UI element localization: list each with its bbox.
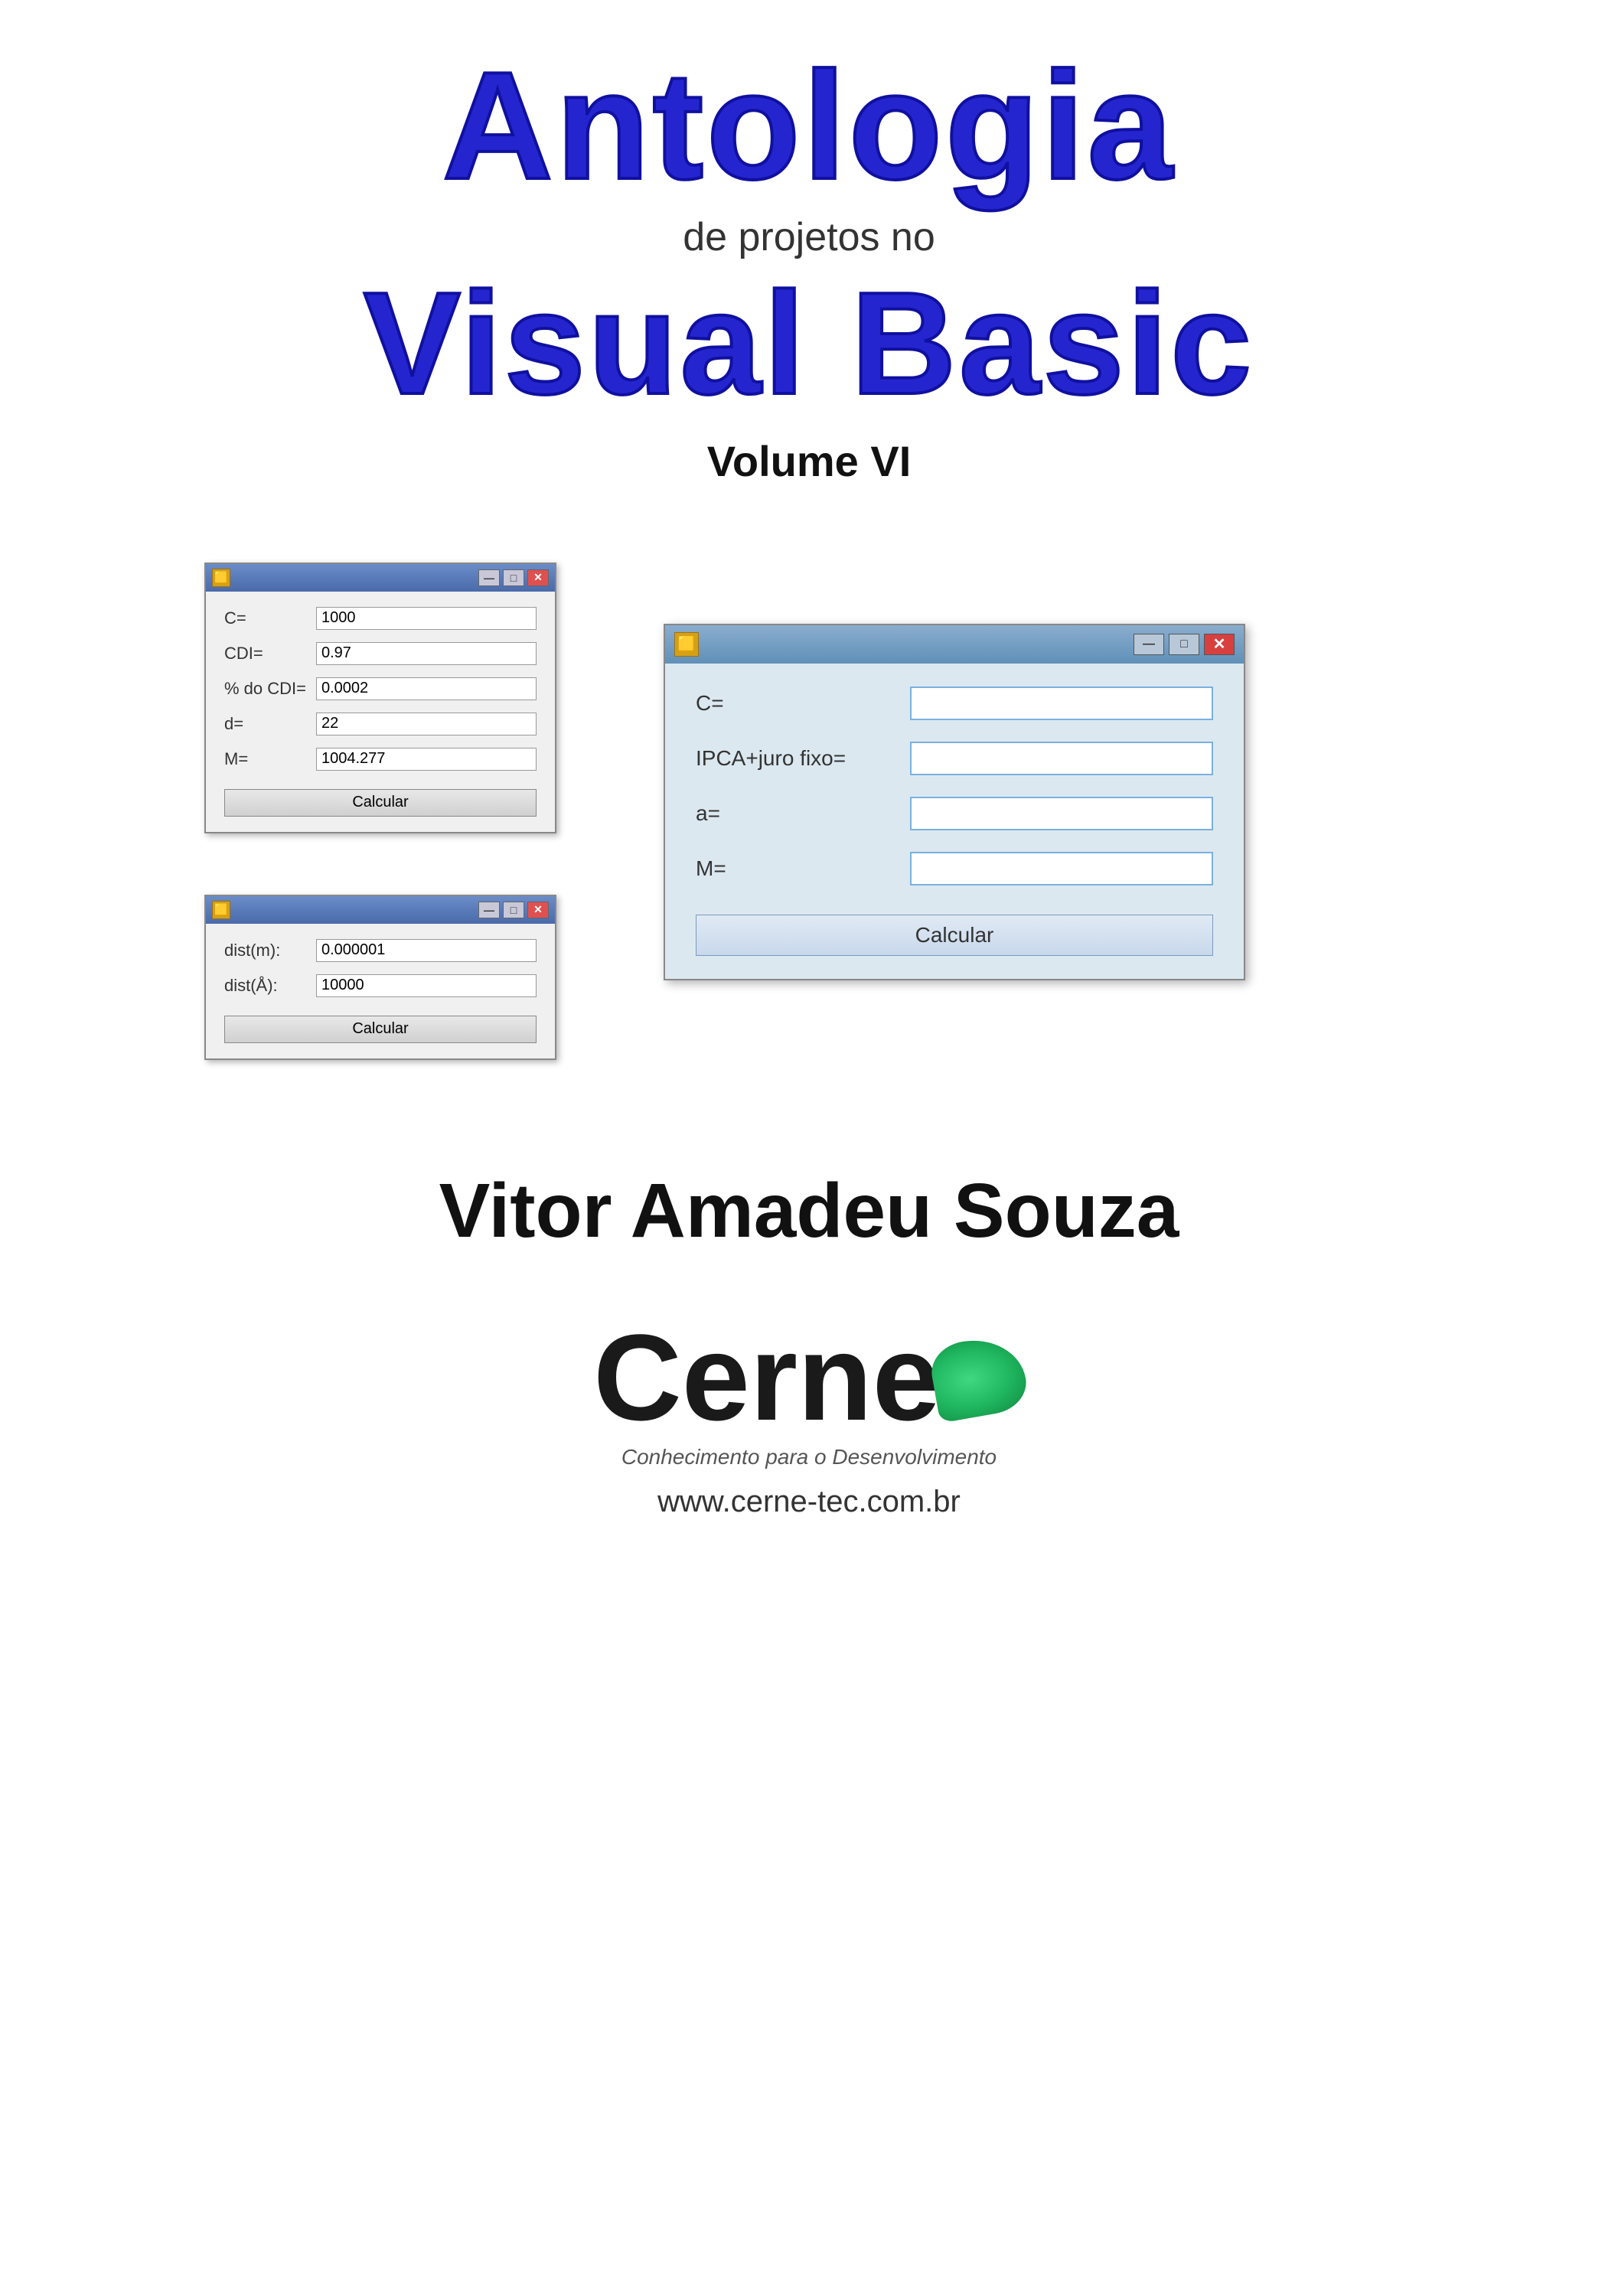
title-antologia: Antologia [0, 46, 1618, 207]
window-2-icon: 🟨 [212, 901, 230, 919]
window-2-controls: — □ ✕ [478, 902, 549, 918]
field-row-m: M= [224, 748, 537, 771]
input-m[interactable] [316, 748, 537, 771]
large-field-row-c: C= [696, 687, 1213, 720]
cerne-logo: Cerne [593, 1316, 1025, 1439]
large-window-titlebar: 🟨 — □ ✕ [665, 625, 1244, 664]
input-dist-m[interactable] [316, 939, 537, 962]
label-c: C= [224, 608, 308, 628]
label-d: d= [224, 714, 308, 734]
input-pct-cdi[interactable] [316, 677, 537, 700]
title-section: Antologia de projetos no Visual Basic Vo… [0, 0, 1618, 501]
window-1-titlebar: 🟨 — □ ✕ [206, 564, 555, 592]
large-input-a[interactable] [910, 797, 1213, 830]
field-row-pct-cdi: % do CDI= [224, 677, 537, 700]
cerne-tagline: Conhecimento para o Desenvolvimento [621, 1445, 997, 1469]
large-field-row-m: M= [696, 852, 1213, 885]
large-window-maximize-button[interactable]: □ [1169, 634, 1199, 655]
title-visual-basic: Visual Basic [0, 268, 1618, 421]
large-label-m: M= [696, 856, 895, 881]
field-row-dist-a: dist(Å): [224, 974, 537, 997]
window-2-maximize-button[interactable]: □ [503, 902, 524, 918]
large-label-ipca: IPCA+juro fixo= [696, 746, 895, 771]
cerne-section: Cerne Conhecimento para o Desenvolviment… [0, 1301, 1618, 1550]
small-window-2: 🟨 — □ ✕ dist(m): dist(Å): Calcular [204, 895, 556, 1060]
window-1-controls: — □ ✕ [478, 569, 549, 586]
large-window-body: C= IPCA+juro fixo= a= M= Calcular [665, 664, 1244, 979]
window-1-body: C= CDI= % do CDI= d= M= [206, 592, 555, 832]
window-1-minimize-button[interactable]: — [478, 569, 500, 586]
large-label-c: C= [696, 691, 895, 716]
window-2-titlebar: 🟨 — □ ✕ [206, 896, 555, 924]
large-window-close-button[interactable]: ✕ [1204, 634, 1235, 655]
large-label-a: a= [696, 801, 895, 826]
calcular-button-1[interactable]: Calcular [224, 789, 537, 817]
input-dist-a[interactable] [316, 974, 537, 997]
label-pct-cdi: % do CDI= [224, 679, 308, 699]
input-c[interactable] [316, 607, 537, 630]
input-d[interactable] [316, 713, 537, 735]
window-2-body: dist(m): dist(Å): Calcular [206, 924, 555, 1058]
title-volume: Volume VI [0, 436, 1618, 486]
field-row-cdi: CDI= [224, 642, 537, 665]
cerne-logo-text: Cerne [593, 1316, 941, 1439]
field-row-d: d= [224, 713, 537, 735]
large-field-row-a: a= [696, 797, 1213, 830]
small-window-1: 🟨 — □ ✕ C= CDI= % do CDI= [204, 563, 556, 833]
window-1-maximize-button[interactable]: □ [503, 569, 524, 586]
left-windows: 🟨 — □ ✕ C= CDI= % do CDI= [204, 563, 556, 1060]
large-window-icon: 🟨 [674, 632, 699, 657]
windows-section: 🟨 — □ ✕ C= CDI= % do CDI= [82, 501, 1536, 1121]
large-window-controls: — □ ✕ [1134, 634, 1235, 655]
label-dist-a: dist(Å): [224, 976, 308, 996]
window-2-minimize-button[interactable]: — [478, 902, 500, 918]
large-input-ipca[interactable] [910, 742, 1213, 775]
title-subtitle: de projetos no [0, 214, 1618, 260]
window-1-close-button[interactable]: ✕ [527, 569, 549, 586]
author-section: Vitor Amadeu Souza Cerne Conhecimento pa… [0, 1121, 1618, 1580]
cerne-url: www.cerne-tec.com.br [657, 1485, 961, 1519]
calcular-button-2[interactable]: Calcular [224, 1016, 537, 1043]
label-cdi: CDI= [224, 644, 308, 664]
window-2-close-button[interactable]: ✕ [527, 902, 549, 918]
label-m: M= [224, 749, 308, 769]
large-input-m[interactable] [910, 852, 1213, 885]
large-window-minimize-button[interactable]: — [1134, 634, 1164, 655]
cerne-leaf-icon [927, 1332, 1031, 1423]
large-window: 🟨 — □ ✕ C= IPCA+juro fixo= a= M= [664, 624, 1245, 980]
input-cdi[interactable] [316, 642, 537, 665]
large-field-row-ipca: IPCA+juro fixo= [696, 742, 1213, 775]
window-1-icon: 🟨 [212, 569, 230, 587]
large-input-c[interactable] [910, 687, 1213, 720]
label-dist-m: dist(m): [224, 941, 308, 960]
field-row-c: C= [224, 607, 537, 630]
author-name: Vitor Amadeu Souza [0, 1167, 1618, 1255]
large-calcular-button[interactable]: Calcular [696, 915, 1213, 956]
field-row-dist-m: dist(m): [224, 939, 537, 962]
